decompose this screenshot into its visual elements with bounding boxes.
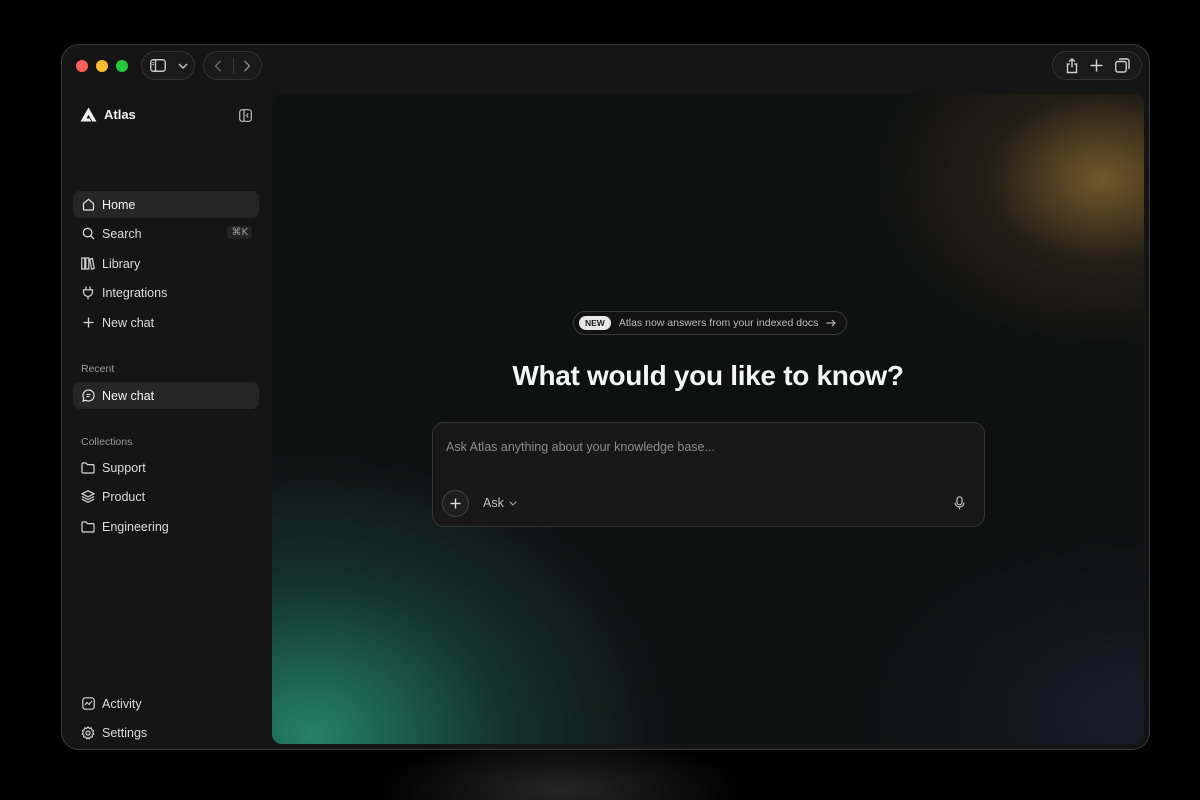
chevron-down-icon[interactable] [174, 52, 192, 79]
sidebar: Atlas Home Search ⌘K Library Integration… [62, 91, 272, 749]
sidebar-item-label: New chat [102, 315, 155, 330]
announcement-badge[interactable]: NEW Atlas now answers from your indexed … [573, 311, 848, 335]
collection-item-support[interactable]: Support [73, 454, 259, 481]
app-window: Atlas Home Search ⌘K Library Integration… [61, 44, 1150, 750]
sidebar-item-label: Product [102, 489, 146, 504]
traffic-lights [76, 60, 128, 72]
chat-composer: Ask [432, 422, 985, 527]
sidebar-item-label: Support [102, 460, 146, 475]
sidebar-item-search[interactable]: Search ⌘K [73, 220, 259, 247]
new-tag: NEW [579, 316, 611, 330]
microphone-icon [954, 496, 965, 510]
new-tab-icon[interactable] [1086, 52, 1108, 79]
folder-icon [81, 461, 95, 475]
sidebar-item-label: Library [102, 256, 141, 271]
plug-icon [81, 286, 95, 300]
sidebar-item-label: Activity [102, 696, 142, 711]
back-arrow-icon[interactable] [204, 52, 233, 79]
atlas-logo-icon [80, 107, 97, 122]
collection-item-product[interactable]: Product [73, 483, 259, 510]
sidebar-item-label: New chat [102, 388, 155, 403]
sidebar-item-label: Engineering [102, 519, 169, 534]
activity-icon [81, 697, 95, 711]
sidebar-item-settings[interactable]: Settings [73, 719, 259, 746]
brand-name: Atlas [104, 107, 136, 122]
sidebar-item-label: Settings [102, 725, 148, 740]
page-title: What would you like to know? [512, 360, 904, 391]
layers-icon [81, 490, 95, 504]
chat-bubble-icon [81, 389, 95, 403]
sidebar-item-activity[interactable]: Activity [73, 690, 259, 717]
collapse-sidebar-button[interactable] [239, 109, 252, 127]
home-icon [81, 198, 95, 212]
sidebar-toggle-group[interactable] [141, 51, 195, 80]
sidebar-item-integrations[interactable]: Integrations [73, 279, 259, 306]
recent-chat-item[interactable]: New chat [73, 382, 259, 409]
chevron-down-icon [509, 500, 517, 506]
collection-item-engineering[interactable]: Engineering [73, 513, 259, 540]
tabs-overview-icon[interactable] [1111, 52, 1133, 79]
sidebar-item-label: Home [102, 197, 136, 212]
panel-icon [239, 109, 252, 122]
share-icon[interactable] [1061, 52, 1083, 79]
collections-section-label: Collections [81, 436, 133, 448]
zoom-window-button[interactable] [116, 60, 128, 72]
sidebar-item-home[interactable]: Home [73, 191, 259, 218]
voice-input-button[interactable] [954, 496, 965, 515]
sidebar-item-library[interactable]: Library [73, 250, 259, 277]
folder-icon [81, 520, 95, 534]
sidebar-item-label: Search [102, 226, 142, 241]
close-window-button[interactable] [76, 60, 88, 72]
mode-select-value: Ask [483, 496, 504, 510]
plus-icon [450, 498, 461, 509]
forward-arrow-icon[interactable] [233, 52, 261, 79]
add-attachment-button[interactable] [442, 490, 469, 517]
brand[interactable]: Atlas [80, 107, 136, 122]
recent-section-label: Recent [81, 363, 115, 375]
sidebar-toggle-icon[interactable] [142, 52, 174, 79]
search-shortcut-badge: ⌘K [227, 226, 252, 239]
arrow-right-icon [826, 319, 837, 327]
chat-input[interactable] [446, 436, 966, 458]
plus-icon [81, 316, 95, 330]
mode-select[interactable]: Ask [483, 496, 517, 510]
main-panel: NEW Atlas now answers from your indexed … [272, 94, 1144, 744]
sidebar-item-new-chat[interactable]: New chat [73, 309, 259, 336]
title-bar [62, 45, 1149, 91]
search-icon [81, 227, 95, 241]
library-icon [81, 257, 95, 271]
window-actions-group [1052, 51, 1142, 80]
minimize-window-button[interactable] [96, 60, 108, 72]
announcement-text: Atlas now answers from your indexed docs [618, 317, 819, 329]
history-nav-group [203, 51, 262, 80]
sidebar-item-label: Integrations [102, 285, 168, 300]
gear-icon [81, 725, 95, 740]
